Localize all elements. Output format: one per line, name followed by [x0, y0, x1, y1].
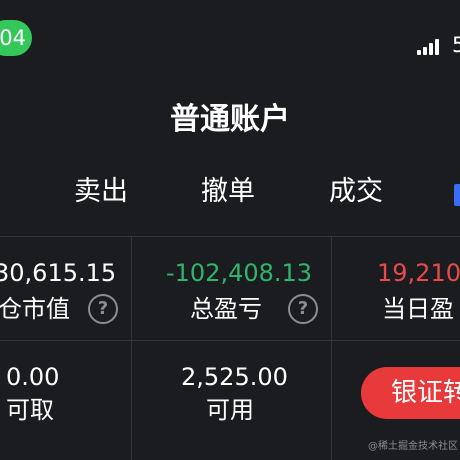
position-value: 30,615.15	[0, 259, 117, 287]
tab-sell[interactable]: 卖出	[74, 172, 128, 212]
total-pnl-value: -102,408.13	[166, 259, 313, 287]
divider-col-2	[331, 236, 332, 460]
available-value: 2,525.00	[181, 363, 288, 391]
daily-pnl-value: 19,210.9	[377, 259, 460, 287]
divider-col-1	[131, 236, 132, 460]
position-help-icon[interactable]: ?	[88, 294, 118, 324]
time-text: 04	[0, 26, 26, 50]
tab-cancel-order[interactable]: 撤单	[201, 172, 255, 212]
watermark: @稀土掘金技术社区	[368, 441, 458, 452]
battery-text: 5	[452, 33, 460, 57]
total-pnl-help-icon[interactable]: ?	[288, 294, 318, 324]
position-value-label: 仓市值	[0, 295, 70, 323]
divider-top	[0, 236, 460, 237]
divider-middle	[0, 340, 460, 341]
available-label: 可用	[206, 396, 254, 424]
tab-partial-right[interactable]	[454, 184, 460, 206]
total-pnl-label: 总盈亏	[190, 295, 262, 323]
withdrawable-label: 可取	[6, 396, 54, 424]
tab-deals[interactable]: 成交	[329, 172, 383, 212]
time-pill: 04	[0, 20, 32, 56]
app-screen: 04 5 普通账户 卖出 撤单 成交 30,615.15 仓市值 ? -102,…	[0, 0, 460, 460]
daily-pnl-label: 当日盈	[382, 295, 454, 323]
withdrawable-value: 0.00	[6, 363, 60, 391]
bank-transfer-button[interactable]: 银证转	[361, 367, 460, 419]
tab-partial-left[interactable]	[0, 172, 2, 212]
page-title: 普通账户	[170, 102, 290, 137]
signal-strength-icon	[417, 37, 443, 55]
